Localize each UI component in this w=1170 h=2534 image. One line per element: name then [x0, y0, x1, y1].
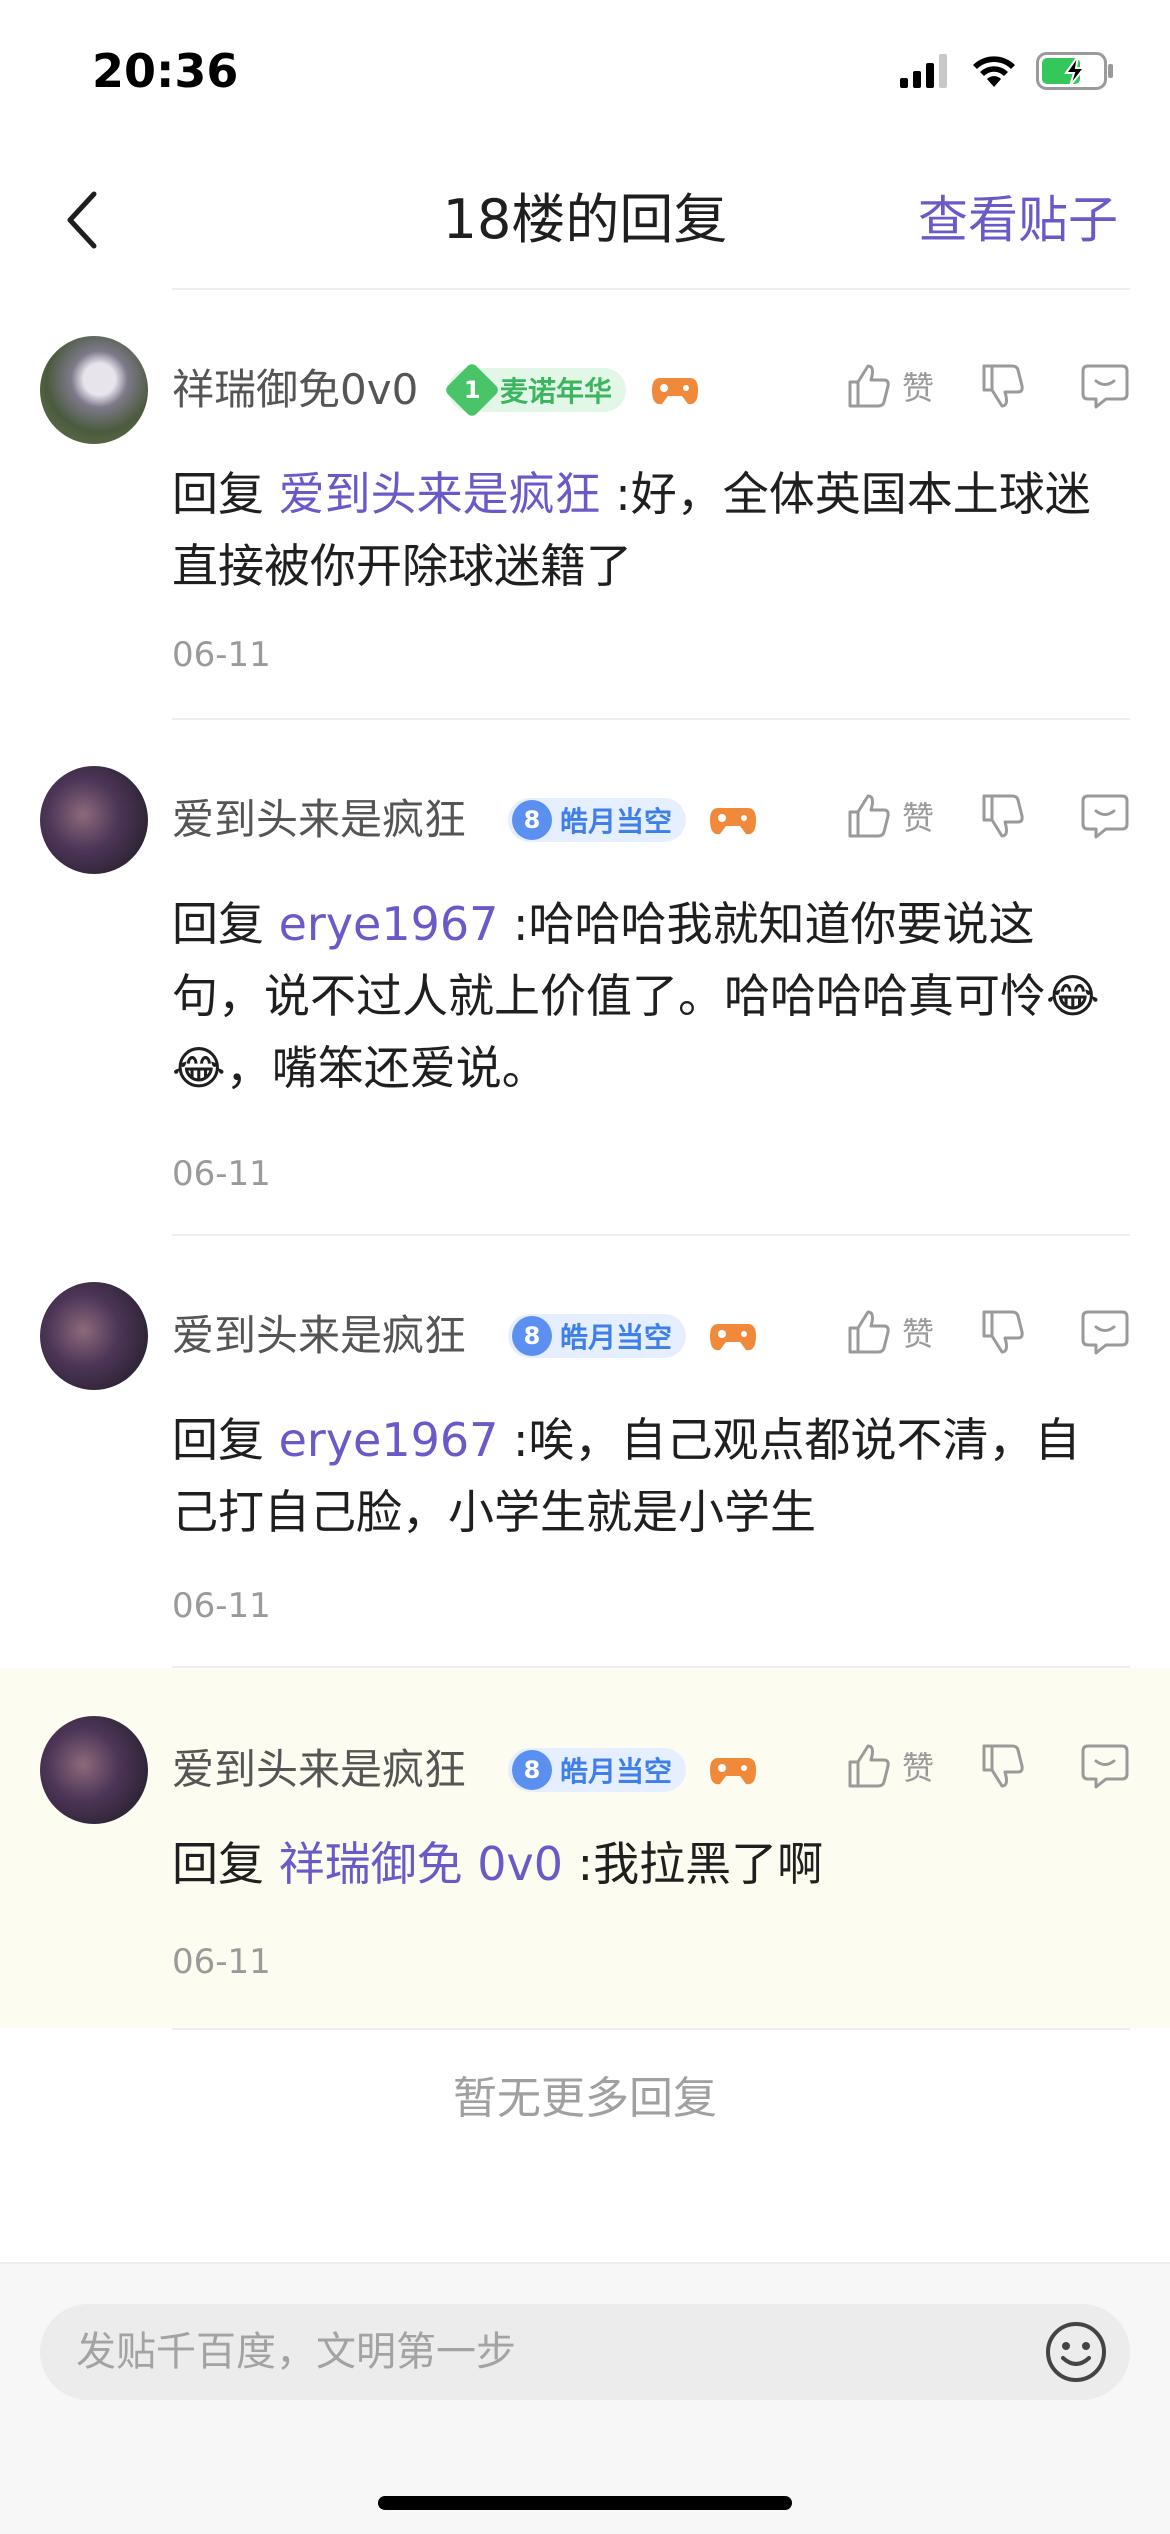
dislike-button[interactable]: [978, 792, 1026, 840]
comment-icon: [1081, 794, 1129, 839]
battery-icon: [1036, 52, 1113, 90]
reply-actions: 赞: [844, 1742, 1130, 1790]
level-badge: 8 皓月当空: [508, 798, 687, 842]
reply-text: 回复 爱到头来是疯狂 :好，全体英国本土球迷直接被你开除球迷籍了: [172, 458, 1102, 602]
gamepad-icon: [710, 1324, 756, 1351]
reply-text: 回复 erye1967 :哈哈哈我就知道你要说这句，说不过人就上价值了。哈哈哈哈…: [172, 888, 1102, 1104]
badge-title: 皓月当空: [560, 1321, 673, 1354]
badge-title: 麦诺年华: [500, 375, 613, 408]
badge-title: 皓月当空: [560, 1755, 673, 1788]
badge-level: 8: [523, 806, 541, 834]
mention-link[interactable]: erye1967: [279, 1413, 499, 1467]
mention-link[interactable]: erye1967: [279, 897, 499, 951]
wifi-icon: [973, 56, 1015, 87]
avatar[interactable]: [40, 1716, 148, 1824]
view-post-link[interactable]: 查看贴子: [918, 175, 1118, 265]
reply-item: 爱到头来是疯狂 8 皓月当空 赞 回复 erye1967 :唉，自己观点都说不清…: [0, 1236, 1170, 1668]
home-indicator: [378, 2496, 792, 2510]
avatar[interactable]: [40, 1282, 148, 1390]
dislike-button[interactable]: [978, 362, 1026, 410]
dislike-button[interactable]: [978, 1308, 1026, 1356]
like-label: 赞: [901, 369, 934, 407]
bottom-bar: 发贴千百度，文明第一步: [0, 2262, 1170, 2534]
comment-button[interactable]: [1080, 1308, 1130, 1356]
mention-link[interactable]: 爱到头来是疯狂: [279, 467, 601, 521]
reply-prefix: 回复: [172, 1837, 279, 1891]
level-badge: 1 麦诺年华: [443, 361, 627, 419]
like-label: 赞: [901, 1315, 934, 1353]
reply-item: 爱到头来是疯狂 8 皓月当空 赞 回复 erye1967 :哈哈哈我就知道你要说…: [0, 720, 1170, 1236]
badge-level: 8: [523, 1322, 541, 1350]
badge-title: 皓月当空: [560, 805, 673, 838]
reply-text: 回复 祥瑞御免 0v0 :我拉黑了啊: [172, 1828, 1102, 1900]
signal-icon: [900, 54, 947, 88]
thumbs-down-icon: [982, 794, 1024, 838]
dislike-button[interactable]: [978, 1742, 1026, 1790]
status-bar: 20:36: [0, 0, 1170, 150]
comment-icon: [1081, 1310, 1129, 1355]
divider: [172, 2028, 1130, 2030]
gamepad-icon: [652, 378, 698, 405]
reply-prefix: 回复: [172, 467, 279, 521]
thumbs-up-icon: [848, 1310, 890, 1354]
like-label: 赞: [901, 799, 934, 837]
username[interactable]: 爱到头来是疯狂: [172, 1740, 466, 1800]
reply-text: 回复 erye1967 :唉，自己观点都说不清，自己打自己脸，小学生就是小学生: [172, 1404, 1102, 1548]
username[interactable]: 爱到头来是疯狂: [172, 1306, 466, 1366]
like-button[interactable]: 赞: [844, 362, 934, 410]
status-time: 20:36: [92, 44, 239, 98]
reply-prefix: 回复: [172, 1413, 279, 1467]
badge-level: 8: [523, 1756, 541, 1784]
reply-date: 06-11: [172, 1942, 271, 1982]
username[interactable]: 祥瑞御免0v0: [172, 360, 418, 420]
reply-content: :我拉黑了啊: [563, 1837, 824, 1891]
mention-link[interactable]: 祥瑞御免 0v0: [279, 1837, 563, 1891]
thumbs-up-icon: [848, 1744, 890, 1788]
reply-date: 06-11: [172, 1586, 271, 1626]
reply-date: 06-11: [172, 635, 271, 675]
avatar[interactable]: [40, 336, 148, 444]
input-placeholder: 发贴千百度，文明第一步: [76, 2329, 516, 2375]
thumbs-up-icon: [848, 794, 890, 838]
level-badge: 8 皓月当空: [508, 1314, 687, 1358]
like-button[interactable]: 赞: [844, 1742, 934, 1790]
reply-item: 祥瑞御免0v0 1 麦诺年华 赞 回复 爱到头来是疯狂 :好，全体英国本土球迷直…: [0, 290, 1170, 720]
reply-actions: 赞: [844, 362, 1130, 410]
thumbs-down-icon: [982, 1310, 1024, 1354]
thumbs-up-icon: [848, 364, 890, 408]
thumbs-down-icon: [982, 1744, 1024, 1788]
comment-button[interactable]: [1080, 1742, 1130, 1790]
comment-icon: [1081, 1744, 1129, 1789]
reply-input[interactable]: 发贴千百度，文明第一步: [40, 2304, 1130, 2400]
nav-bar: 18楼的回复 查看贴子: [0, 150, 1170, 290]
comment-icon: [1081, 364, 1129, 409]
gamepad-icon: [710, 1758, 756, 1785]
emoji-icon[interactable]: [1044, 2320, 1108, 2384]
badge-level: 1: [463, 375, 481, 404]
thumbs-down-icon: [982, 364, 1024, 408]
comment-button[interactable]: [1080, 792, 1130, 840]
gamepad-icon: [710, 808, 756, 835]
status-icons: [900, 52, 1114, 90]
no-more-replies: 暂无更多回复: [453, 2073, 717, 2124]
like-button[interactable]: 赞: [844, 1308, 934, 1356]
avatar[interactable]: [40, 766, 148, 874]
reply-actions: 赞: [844, 792, 1130, 840]
reply-content-tail: ，嘴笨还爱说。: [225, 1041, 548, 1095]
comment-button[interactable]: [1080, 362, 1130, 410]
level-badge: 8 皓月当空: [508, 1748, 687, 1792]
username[interactable]: 爱到头来是疯狂: [172, 790, 466, 850]
reply-actions: 赞: [844, 1308, 1130, 1356]
like-button[interactable]: 赞: [844, 792, 934, 840]
reply-item-highlighted: 爱到头来是疯狂 8 皓月当空 赞 回复 祥瑞御免 0v0 :我拉黑了啊 06-1…: [0, 1668, 1170, 2028]
reply-prefix: 回复: [172, 897, 279, 951]
reply-date: 06-11: [172, 1154, 271, 1194]
like-label: 赞: [901, 1749, 934, 1787]
